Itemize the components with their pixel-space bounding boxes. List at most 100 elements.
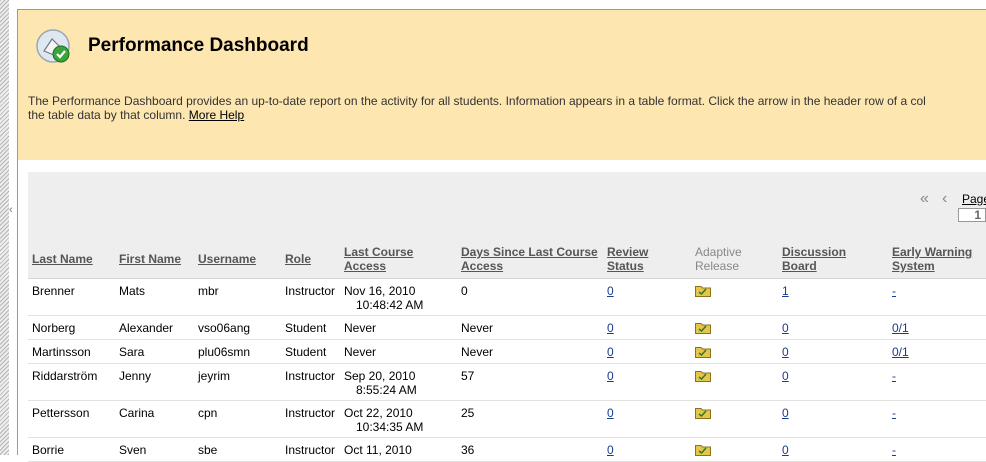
previous-page-icon[interactable]: ‹ [942, 190, 947, 208]
col-days-since-access[interactable]: Days Since Last Course Access [457, 240, 603, 279]
access-date: Never [344, 321, 377, 335]
first-page-icon[interactable]: « [920, 190, 929, 208]
content-frame: Performance Dashboard The Performance Da… [17, 9, 986, 462]
cell-review-status: 0 [603, 437, 691, 462]
cell-first-name: Carina [115, 400, 194, 438]
cell-review-status: 0 [603, 315, 691, 340]
cell-early-warning: - [888, 363, 986, 401]
cell-discussion-board: 0 [778, 339, 888, 364]
cell-role: Instructor [281, 278, 340, 316]
access-date: Never [344, 345, 377, 359]
review-status-link[interactable]: 0 [607, 406, 614, 420]
col-early-warning[interactable]: Early Warning System [888, 240, 986, 279]
cell-username: jeyrim [194, 363, 281, 401]
discussion-board-link[interactable]: 0 [782, 345, 789, 359]
chevron-left-icon[interactable]: ‹ [9, 200, 17, 220]
cell-role: Instructor [281, 400, 340, 438]
cell-first-name: Sara [115, 339, 194, 364]
col-last-course-access[interactable]: Last Course Access [340, 240, 457, 279]
cell-username: vso06ang [194, 315, 281, 340]
cell-role: Instructor [281, 437, 340, 462]
discussion-board-link[interactable]: 1 [782, 284, 789, 298]
cell-role: Instructor [281, 363, 340, 401]
col-first-name[interactable]: First Name [115, 240, 194, 279]
page-header: Performance Dashboard The Performance Da… [18, 10, 986, 160]
col-username[interactable]: Username [194, 240, 281, 279]
cell-early-warning: - [888, 437, 986, 462]
discussion-board-link[interactable]: 0 [782, 406, 789, 420]
page-description: The Performance Dashboard provides an up… [28, 94, 983, 122]
cell-discussion-board: 0 [778, 315, 888, 340]
cell-first-name: Alexander [115, 315, 194, 340]
folder-icon[interactable] [695, 407, 711, 419]
cell-discussion-board: 1 [778, 278, 888, 316]
cell-adaptive-release [691, 363, 778, 401]
cell-last-access: Never [340, 315, 457, 340]
early-warning-link[interactable]: - [892, 369, 896, 383]
cell-adaptive-release [691, 400, 778, 438]
cell-days-since: 25 [457, 400, 603, 438]
col-discussion-board[interactable]: Discussion Board [778, 240, 888, 279]
cell-adaptive-release [691, 278, 778, 316]
cell-adaptive-release [691, 339, 778, 364]
early-warning-link[interactable]: 0/1 [892, 321, 909, 335]
access-date: Nov 16, 2010 [344, 284, 416, 298]
folder-icon[interactable] [695, 370, 711, 382]
early-warning-link[interactable]: - [892, 284, 896, 298]
discussion-board-link[interactable]: 0 [782, 369, 789, 383]
cell-discussion-board: 0 [778, 437, 888, 462]
cell-first-name: Sven [115, 437, 194, 462]
folder-icon[interactable] [695, 346, 711, 358]
table-header-row: Last Name First Name Username Role Last … [28, 240, 986, 279]
review-status-link[interactable]: 0 [607, 284, 614, 298]
table-row: Borrie Sven sbe Instructor Oct 11, 2010 … [28, 437, 986, 462]
cell-days-since: 36 [457, 437, 603, 462]
review-status-link[interactable]: 0 [607, 369, 614, 383]
cell-last-access: Never [340, 339, 457, 364]
early-warning-link[interactable]: - [892, 406, 896, 420]
col-review-status[interactable]: Review Status [603, 240, 691, 279]
cell-username: cpn [194, 400, 281, 438]
cell-review-status: 0 [603, 400, 691, 438]
cell-early-warning: - [888, 400, 986, 438]
table-body: Brenner Mats mbr Instructor Nov 16, 2010… [28, 278, 986, 462]
page-title: Performance Dashboard [88, 35, 309, 56]
table-row: Martinsson Sara plu06smn Student Never N… [28, 339, 986, 364]
cell-last-name: Brenner [28, 278, 115, 316]
cell-username: sbe [194, 437, 281, 462]
pager-bar: « ‹ Page 1 [28, 172, 986, 240]
cell-last-name: Borrie [28, 437, 115, 462]
cell-review-status: 0 [603, 363, 691, 401]
cell-last-name: Norberg [28, 315, 115, 340]
cell-last-name: Pettersson [28, 400, 115, 438]
review-status-link[interactable]: 0 [607, 345, 614, 359]
cell-days-since: Never [457, 315, 603, 340]
cell-days-since: 0 [457, 278, 603, 316]
col-last-name[interactable]: Last Name [28, 240, 115, 279]
access-date: Sep 20, 2010 [344, 369, 416, 383]
cell-discussion-board: 0 [778, 400, 888, 438]
early-warning-link[interactable]: 0/1 [892, 345, 909, 359]
left-frame-stripe [0, 0, 9, 455]
discussion-board-link[interactable]: 0 [782, 321, 789, 335]
cell-early-warning: 0/1 [888, 339, 986, 364]
cell-last-name: Riddarström [28, 363, 115, 401]
more-help-link[interactable]: More Help [189, 108, 244, 122]
table-row: Brenner Mats mbr Instructor Nov 16, 2010… [28, 278, 986, 316]
access-time: 10:48:42 AM [356, 298, 424, 312]
table-row: Riddarström Jenny jeyrim Instructor Sep … [28, 363, 986, 401]
folder-icon[interactable] [695, 444, 711, 456]
col-role[interactable]: Role [281, 240, 340, 279]
cell-last-access: Oct 11, 2010 [340, 437, 457, 462]
folder-icon[interactable] [695, 285, 711, 297]
access-time: 8:55:24 AM [356, 383, 417, 397]
cell-adaptive-release [691, 437, 778, 462]
cell-early-warning: - [888, 278, 986, 316]
review-status-link[interactable]: 0 [607, 321, 614, 335]
folder-icon[interactable] [695, 322, 711, 334]
cell-username: mbr [194, 278, 281, 316]
page-number-input[interactable]: 1 [958, 208, 986, 222]
cell-last-access: Sep 20, 2010 8:55:24 AM [340, 363, 457, 401]
dashboard-check-icon [36, 29, 70, 63]
cell-role: Student [281, 315, 340, 340]
